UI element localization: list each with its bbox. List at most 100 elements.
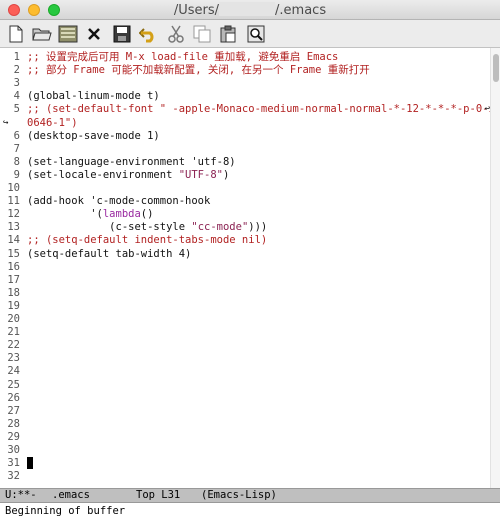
line-number: 1 xyxy=(13,51,20,63)
line-number: 31 xyxy=(7,457,20,470)
code-line[interactable]: 31 xyxy=(0,457,490,470)
new-file-icon[interactable] xyxy=(6,24,26,44)
code-line[interactable]: ↪ 0646-1") xyxy=(0,117,490,130)
close-icon[interactable] xyxy=(84,24,104,44)
line-number: 22 xyxy=(7,339,20,352)
code-line[interactable]: 3 xyxy=(0,77,490,90)
code-line[interactable]: 32 xyxy=(0,470,490,483)
code-line[interactable]: 10 xyxy=(0,182,490,195)
code-line[interactable]: 12 '(lambda() xyxy=(0,208,490,221)
copy-icon[interactable] xyxy=(192,24,212,44)
line-number: 21 xyxy=(7,326,20,339)
code-line[interactable]: 22 xyxy=(0,339,490,352)
code-line[interactable]: 21 xyxy=(0,326,490,339)
code-token: 0646-1") xyxy=(27,116,78,129)
code-line[interactable]: 8 (set-language-environment 'utf-8) xyxy=(0,156,490,169)
line-number: 2 xyxy=(13,64,20,77)
line-number: 10 xyxy=(7,182,20,194)
code-text: (global-linum-mode t) xyxy=(27,90,160,103)
text-cursor xyxy=(27,457,33,470)
line-number: 4 xyxy=(13,90,20,103)
code-line[interactable]: 14 ;; (setq-default indent-tabs-mode nil) xyxy=(0,234,490,247)
code-line[interactable]: 18 xyxy=(0,287,490,300)
line-number: 26 xyxy=(7,391,20,404)
line-number: 28 xyxy=(7,417,20,430)
code-line[interactable]: 7 xyxy=(0,143,490,156)
code-text: ;; 设置完成后可用 M-x load-file 重加载, 避免重启 Emacs xyxy=(27,51,338,64)
code-token: ;; 部分 Frame 可能不加载新配置, 关闭, 在另一个 Frame 重新打… xyxy=(27,64,370,77)
modeline-position: Top L31 xyxy=(136,489,181,501)
code-line[interactable]: 9 (set-locale-environment "UTF-8") xyxy=(0,169,490,182)
undo-icon[interactable] xyxy=(138,24,158,44)
line-number: 19 xyxy=(7,299,20,312)
code-token: (set-language-environment 'utf-8) xyxy=(27,155,236,168)
line-number: 7 xyxy=(13,142,20,155)
code-line[interactable]: 19 xyxy=(0,300,490,313)
echo-area: Beginning of buffer xyxy=(0,503,500,519)
code-token: "cc-mode" xyxy=(191,221,249,234)
editor-buffer[interactable]: 1 ;; 设置完成后可用 M-x load-file 重加载, 避免重启 Emac… xyxy=(0,48,500,488)
code-text: 0646-1") xyxy=(27,117,78,130)
open-folder-icon[interactable] xyxy=(32,24,52,44)
code-line[interactable]: 20 xyxy=(0,313,490,326)
code-line[interactable]: 16 xyxy=(0,261,490,274)
code-token: ))) xyxy=(248,221,268,234)
code-token: ) xyxy=(222,168,230,181)
code-token: lambda xyxy=(102,208,141,221)
line-number: 23 xyxy=(7,352,20,365)
vertical-scrollbar[interactable] xyxy=(490,48,500,488)
line-number: 18 xyxy=(7,286,20,299)
redacted-username xyxy=(219,2,276,16)
code-token: (setq-default tab-width 4) xyxy=(27,247,192,260)
code-line[interactable]: 6 (desktop-save-mode 1) xyxy=(0,130,490,143)
code-line[interactable]: 29 xyxy=(0,431,490,444)
code-line[interactable]: 15 (setq-default tab-width 4) xyxy=(0,248,490,261)
code-token: ;; 设置完成后可用 M-x load-file 重加载, 避免重启 Emacs xyxy=(27,51,339,63)
cut-icon[interactable] xyxy=(166,24,186,44)
code-token: (c-set-style xyxy=(27,221,192,234)
line-number: 11 xyxy=(7,195,20,208)
save-icon[interactable] xyxy=(112,24,132,44)
code-line[interactable]: 30 xyxy=(0,444,490,457)
mode-line: U:**- .emacs Top L31 (Emacs-Lisp) xyxy=(0,488,500,503)
code-line[interactable]: 25 xyxy=(0,379,490,392)
scrollbar-thumb[interactable] xyxy=(493,54,499,82)
line-number: 30 xyxy=(7,444,20,456)
window-title-suffix: /.emacs xyxy=(275,3,327,18)
line-number: 32 xyxy=(7,470,20,483)
code-line[interactable]: 27 xyxy=(0,405,490,418)
toolbar xyxy=(0,20,500,48)
line-number: 12 xyxy=(7,208,20,221)
code-token: ;; (set-default-font " -apple-Monaco-med… xyxy=(27,103,500,116)
code-line[interactable]: 5 ;; (set-default-font " -apple-Monaco-me… xyxy=(0,103,500,116)
code-line[interactable]: 28 xyxy=(0,418,490,431)
dired-icon[interactable] xyxy=(58,24,78,44)
line-number: 14 xyxy=(7,234,20,247)
code-token: () xyxy=(140,208,154,221)
line-number: 27 xyxy=(7,404,20,417)
code-line[interactable]: 13 (c-set-style "cc-mode"))) xyxy=(0,221,490,234)
code-token: (set-locale-environment xyxy=(27,168,179,181)
window-title: /Users/ /.emacs xyxy=(0,2,500,18)
code-line[interactable]: 17 xyxy=(0,274,490,287)
paste-icon[interactable] xyxy=(218,24,238,44)
code-line[interactable]: 4 (global-linum-mode t) xyxy=(0,90,490,103)
code-line[interactable]: 24 xyxy=(0,365,490,378)
code-token: '( xyxy=(27,208,103,221)
search-icon[interactable] xyxy=(246,24,266,44)
code-line[interactable]: 11 (add-hook 'c-mode-common-hook xyxy=(0,195,490,208)
echo-message: Beginning of buffer xyxy=(5,505,126,517)
title-bar: /Users/ /.emacs xyxy=(0,0,500,20)
code-line[interactable]: 23 xyxy=(0,352,490,365)
code-text: (setq-default tab-width 4) xyxy=(27,248,191,261)
line-number: 8 xyxy=(13,155,20,168)
code-text: ;; 部分 Frame 可能不加载新配置, 关闭, 在另一个 Frame 重新打… xyxy=(27,64,370,77)
code-text: '(lambda() xyxy=(27,208,153,221)
wrap-continuation-icon: ↪ xyxy=(3,117,9,128)
modeline-major-mode: (Emacs-Lisp) xyxy=(201,489,277,501)
code-text: ;; (setq-default indent-tabs-mode nil) xyxy=(27,234,267,247)
code-line[interactable]: 1 ;; 设置完成后可用 M-x load-file 重加载, 避免重启 Emac… xyxy=(0,51,490,64)
code-line[interactable]: 2 ;; 部分 Frame 可能不加载新配置, 关闭, 在另一个 Frame 重新… xyxy=(0,64,490,77)
line-number: 25 xyxy=(7,378,20,391)
code-line[interactable]: 26 xyxy=(0,392,490,405)
